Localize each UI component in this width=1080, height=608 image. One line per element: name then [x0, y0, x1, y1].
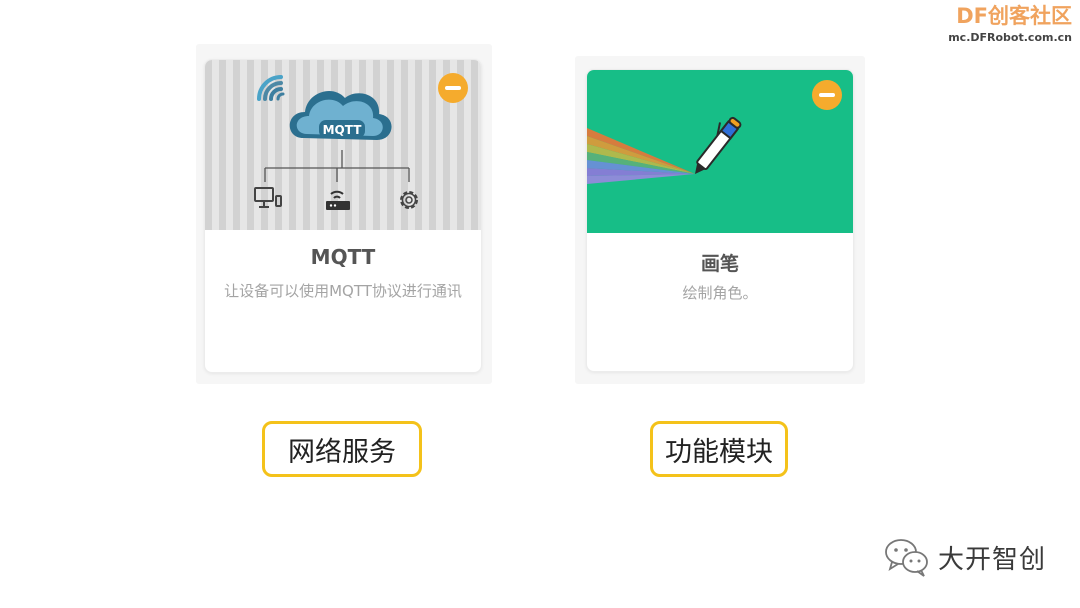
watermark-url: mc.DFRobot.com.cn — [948, 31, 1072, 44]
card-title: 画笔 — [700, 253, 739, 275]
remove-extension-button[interactable] — [438, 73, 468, 103]
mqtt-cloud-label: MQTT — [323, 123, 363, 137]
category-tag-function: 功能模块 — [650, 421, 788, 477]
watermark-logo: DF创客社区 — [956, 4, 1072, 28]
pen-extension-card[interactable]: 画笔 绘制角色。 — [587, 70, 853, 371]
remove-extension-button[interactable] — [812, 80, 842, 110]
wechat-account-logo: 大开智创 — [884, 536, 1046, 578]
card-description: 让设备可以使用MQTT协议进行通讯 — [224, 282, 462, 300]
wechat-account-name: 大开智创 — [938, 544, 1047, 575]
card-title: MQTT — [310, 245, 376, 269]
category-tag-network: 网络服务 — [262, 421, 422, 477]
mqtt-extension-card[interactable]: MQTT MQTT 让设备可以使用MQTT协议进行通讯 — [205, 60, 481, 372]
card-description: 绘制角色。 — [682, 284, 758, 302]
wechat-icon — [885, 539, 928, 577]
dfrobot-watermark: DF创客社区 mc.DFRobot.com.cn — [948, 4, 1072, 44]
